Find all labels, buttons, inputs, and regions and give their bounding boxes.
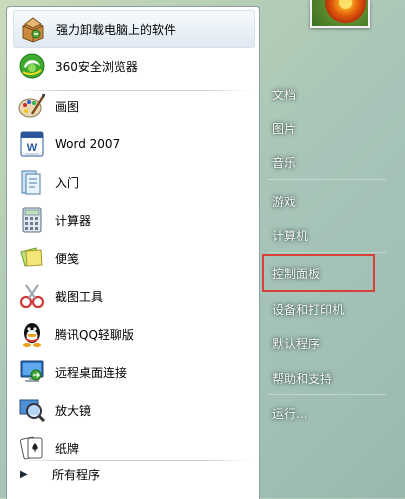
program-item-sticky-notes[interactable]: 便笺 bbox=[13, 240, 253, 276]
program-item-uninstall[interactable]: 强力卸载电脑上的软件 bbox=[13, 10, 255, 48]
separator bbox=[268, 179, 386, 180]
program-label: 远程桌面连接 bbox=[55, 365, 128, 380]
program-item-getting-started[interactable]: 入门 bbox=[13, 164, 253, 200]
right-item-documents[interactable]: 文档 bbox=[272, 86, 296, 103]
program-label: 纸牌 bbox=[55, 441, 80, 456]
right-panel bbox=[258, 0, 405, 498]
program-item-360-browser[interactable]: 360安全浏览器 bbox=[13, 48, 253, 84]
svg-text:W: W bbox=[27, 142, 38, 154]
paint-icon bbox=[17, 91, 47, 121]
separator bbox=[268, 394, 386, 395]
program-item-calculator[interactable]: 计算器 bbox=[13, 202, 253, 238]
program-label: 360安全浏览器 bbox=[55, 59, 138, 74]
magnifier-icon bbox=[17, 395, 47, 425]
right-item-pictures[interactable]: 图片 bbox=[272, 120, 296, 137]
right-item-computer[interactable]: 计算机 bbox=[272, 227, 308, 244]
right-item-devices-printers[interactable]: 设备和打印机 bbox=[272, 301, 344, 318]
program-label: 便笺 bbox=[55, 251, 80, 266]
qq-icon bbox=[17, 319, 47, 349]
program-label: 截图工具 bbox=[55, 289, 104, 304]
remote-desktop-icon bbox=[17, 357, 47, 387]
right-item-help-support[interactable]: 帮助和支持 bbox=[272, 370, 332, 387]
program-label: Word 2007 bbox=[55, 137, 121, 151]
snipping-tool-icon bbox=[17, 281, 47, 311]
program-label: 强力卸载电脑上的软件 bbox=[56, 22, 177, 37]
program-label: 入门 bbox=[55, 175, 80, 190]
all-programs-button[interactable]: ▶ 所有程序 bbox=[6, 461, 246, 487]
triangle-right-icon: ▶ bbox=[20, 468, 28, 480]
right-item-music[interactable]: 音乐 bbox=[272, 154, 296, 171]
right-item-games[interactable]: 游戏 bbox=[272, 193, 296, 210]
control-panel-highlight bbox=[262, 254, 375, 292]
program-item-remote-desktop[interactable]: 远程桌面连接 bbox=[13, 354, 253, 390]
separator bbox=[268, 252, 386, 253]
program-item-paint[interactable]: 画图 bbox=[13, 88, 253, 124]
solitaire-icon bbox=[17, 433, 47, 463]
calculator-icon bbox=[17, 205, 47, 235]
program-item-qq[interactable]: 腾讯QQ轻聊版 bbox=[13, 316, 253, 352]
getting-started-icon bbox=[17, 167, 47, 197]
program-item-magnifier[interactable]: 放大镜 bbox=[13, 392, 253, 428]
start-menu: 强力卸载电脑上的软件 360安全浏览器 画图 W Word 2007 入门 计算… bbox=[0, 0, 405, 499]
all-programs-label: 所有程序 bbox=[52, 467, 101, 482]
sticky-notes-icon bbox=[17, 243, 47, 273]
word-icon: W bbox=[17, 129, 47, 159]
right-item-run[interactable]: 运行... bbox=[272, 405, 307, 422]
uninstall-box-icon bbox=[18, 14, 48, 44]
program-item-word[interactable]: W Word 2007 bbox=[13, 126, 253, 162]
program-label: 放大镜 bbox=[55, 403, 92, 418]
right-item-default-programs[interactable]: 默认程序 bbox=[272, 335, 320, 352]
program-label: 画图 bbox=[55, 99, 80, 114]
program-label: 腾讯QQ轻聊版 bbox=[55, 327, 134, 342]
program-label: 计算器 bbox=[55, 213, 92, 228]
program-item-snipping-tool[interactable]: 截图工具 bbox=[13, 278, 253, 314]
programs-panel: 强力卸载电脑上的软件 360安全浏览器 画图 W Word 2007 入门 计算… bbox=[6, 6, 260, 499]
360-browser-icon bbox=[17, 51, 47, 81]
